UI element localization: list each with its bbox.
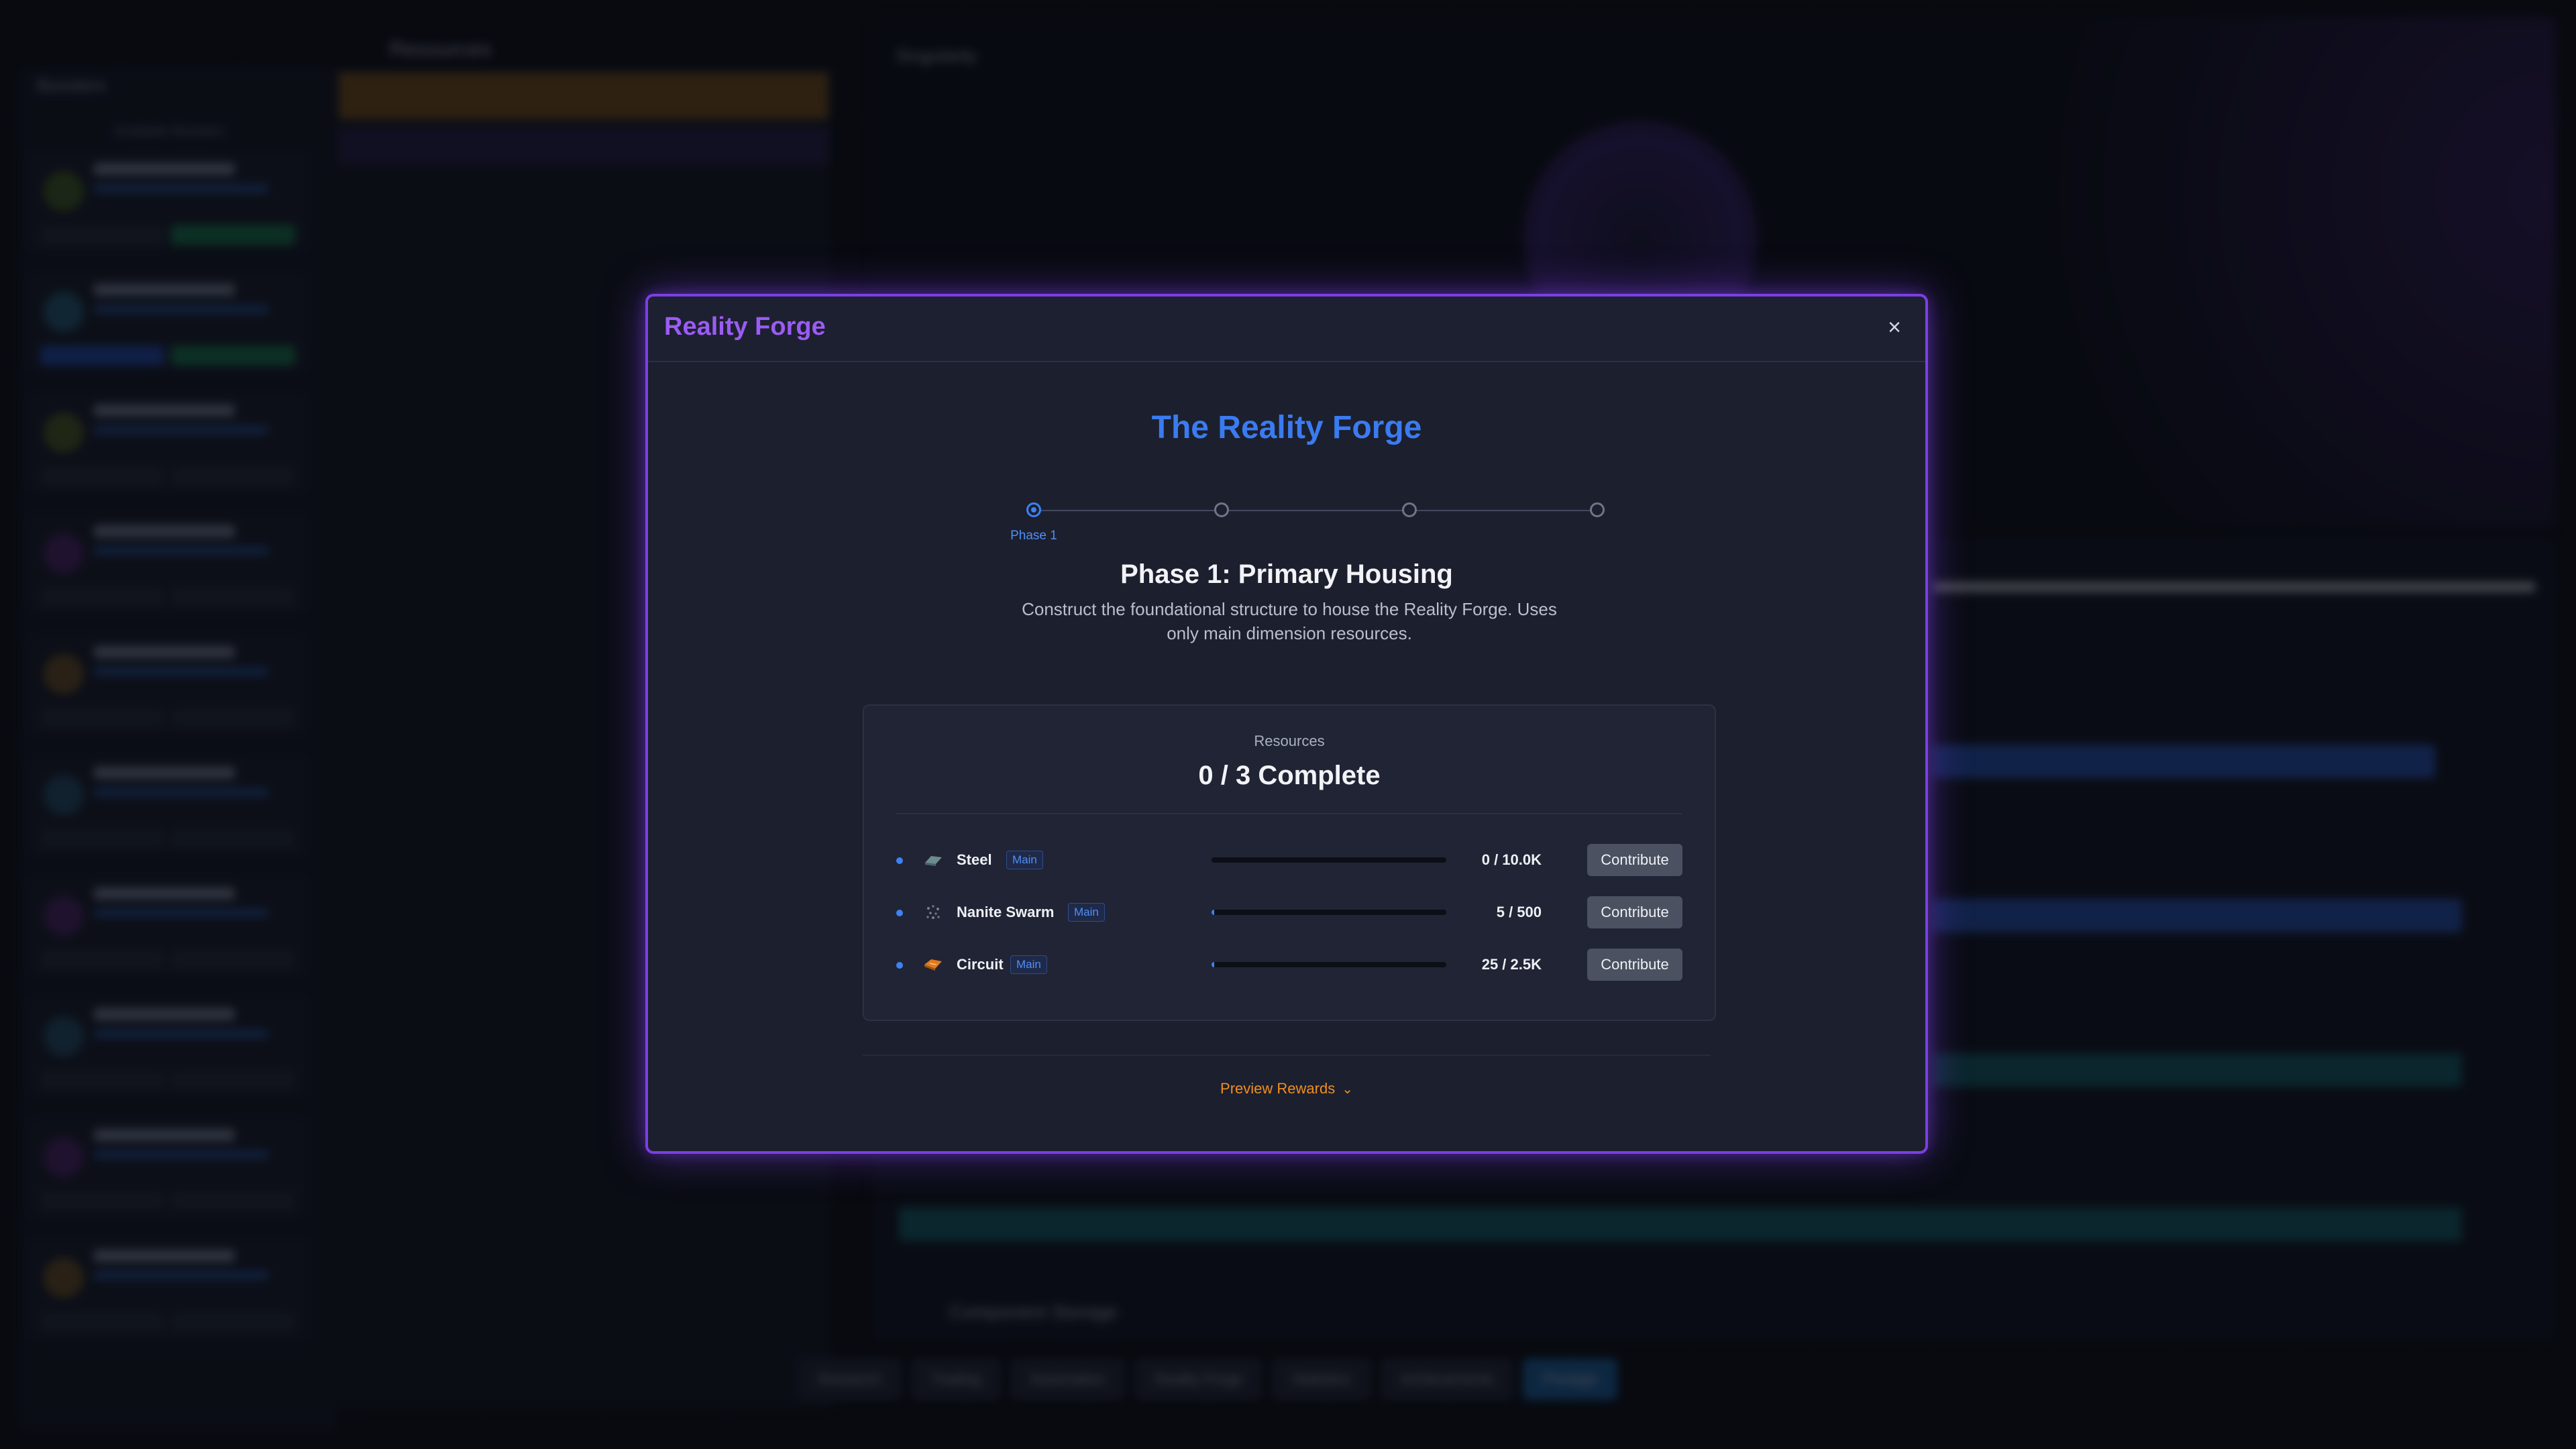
phase-step-2[interactable] <box>1214 502 1229 517</box>
resources-complete-count: 0 / 3 Complete <box>1198 761 1381 790</box>
status-dot <box>896 910 903 916</box>
resource-row-steel: Steel Main 0 / 10.0K Contribute <box>896 843 1682 877</box>
resources-label: Resources <box>1254 733 1325 749</box>
nanite-swarm-icon <box>926 905 940 919</box>
resource-row-nanite-swarm: Nanite Swarm Main 5 / 500 Contribute <box>896 895 1682 930</box>
preview-rewards-toggle[interactable]: Preview Rewards ⌄ <box>648 1080 1925 1097</box>
status-dot <box>896 962 903 969</box>
resource-name: Steel <box>957 851 992 868</box>
main-badge: Main <box>1010 955 1047 974</box>
footer-divider <box>863 1055 1711 1056</box>
phase-step-1-label: Phase 1 <box>1010 529 1057 543</box>
resource-name: Nanite Swarm <box>957 904 1055 920</box>
status-dot <box>896 857 903 864</box>
circuit-chip-icon <box>924 959 942 971</box>
phase-step-4[interactable] <box>1590 502 1605 517</box>
resource-progress-fill <box>1212 962 1214 967</box>
close-button[interactable]: × <box>1880 313 1909 342</box>
resources-divider <box>896 813 1682 814</box>
contribute-nanite-swarm-button[interactable]: Contribute <box>1587 896 1682 928</box>
resource-progress-bar <box>1212 910 1446 915</box>
resource-amount: 0 / 10.0K <box>1481 851 1542 868</box>
modal-header: Reality Forge × <box>648 297 1925 362</box>
resource-row-circuit: Circuit Main 25 / 2.5K Contribute <box>896 947 1682 982</box>
phase-title: Phase 1: Primary Housing <box>1120 559 1453 589</box>
resource-progress-fill <box>1212 910 1214 915</box>
phase-step-3[interactable] <box>1402 502 1417 517</box>
main-badge: Main <box>1068 903 1105 922</box>
contribute-circuit-button[interactable]: Contribute <box>1587 949 1682 981</box>
resources-card: Resources 0 / 3 Complete Steel Main 0 / … <box>863 704 1716 1021</box>
resource-amount: 5 / 500 <box>1496 904 1542 920</box>
main-badge: Main <box>1006 851 1043 869</box>
preview-rewards-label: Preview Rewards <box>1220 1080 1336 1097</box>
reality-forge-modal: Reality Forge × The Reality Forge Phase … <box>645 294 1928 1154</box>
resource-name: Circuit <box>957 956 1004 973</box>
phase-step-1[interactable] <box>1026 502 1041 517</box>
resource-amount: 25 / 2.5K <box>1481 956 1542 973</box>
resource-progress-bar <box>1212 962 1446 967</box>
chevron-down-icon: ⌄ <box>1342 1082 1353 1097</box>
steel-plate-icon <box>925 856 942 866</box>
phase-description: Construct the foundational structure to … <box>1022 599 1557 643</box>
phase-stepper-line <box>1026 510 1590 511</box>
contribute-steel-button[interactable]: Contribute <box>1587 844 1682 876</box>
resource-progress-bar <box>1212 857 1446 863</box>
modal-title: Reality Forge <box>664 313 826 341</box>
phase-stepper: Phase 1 <box>1006 498 1605 558</box>
forge-name-heading: The Reality Forge <box>1151 410 1422 445</box>
